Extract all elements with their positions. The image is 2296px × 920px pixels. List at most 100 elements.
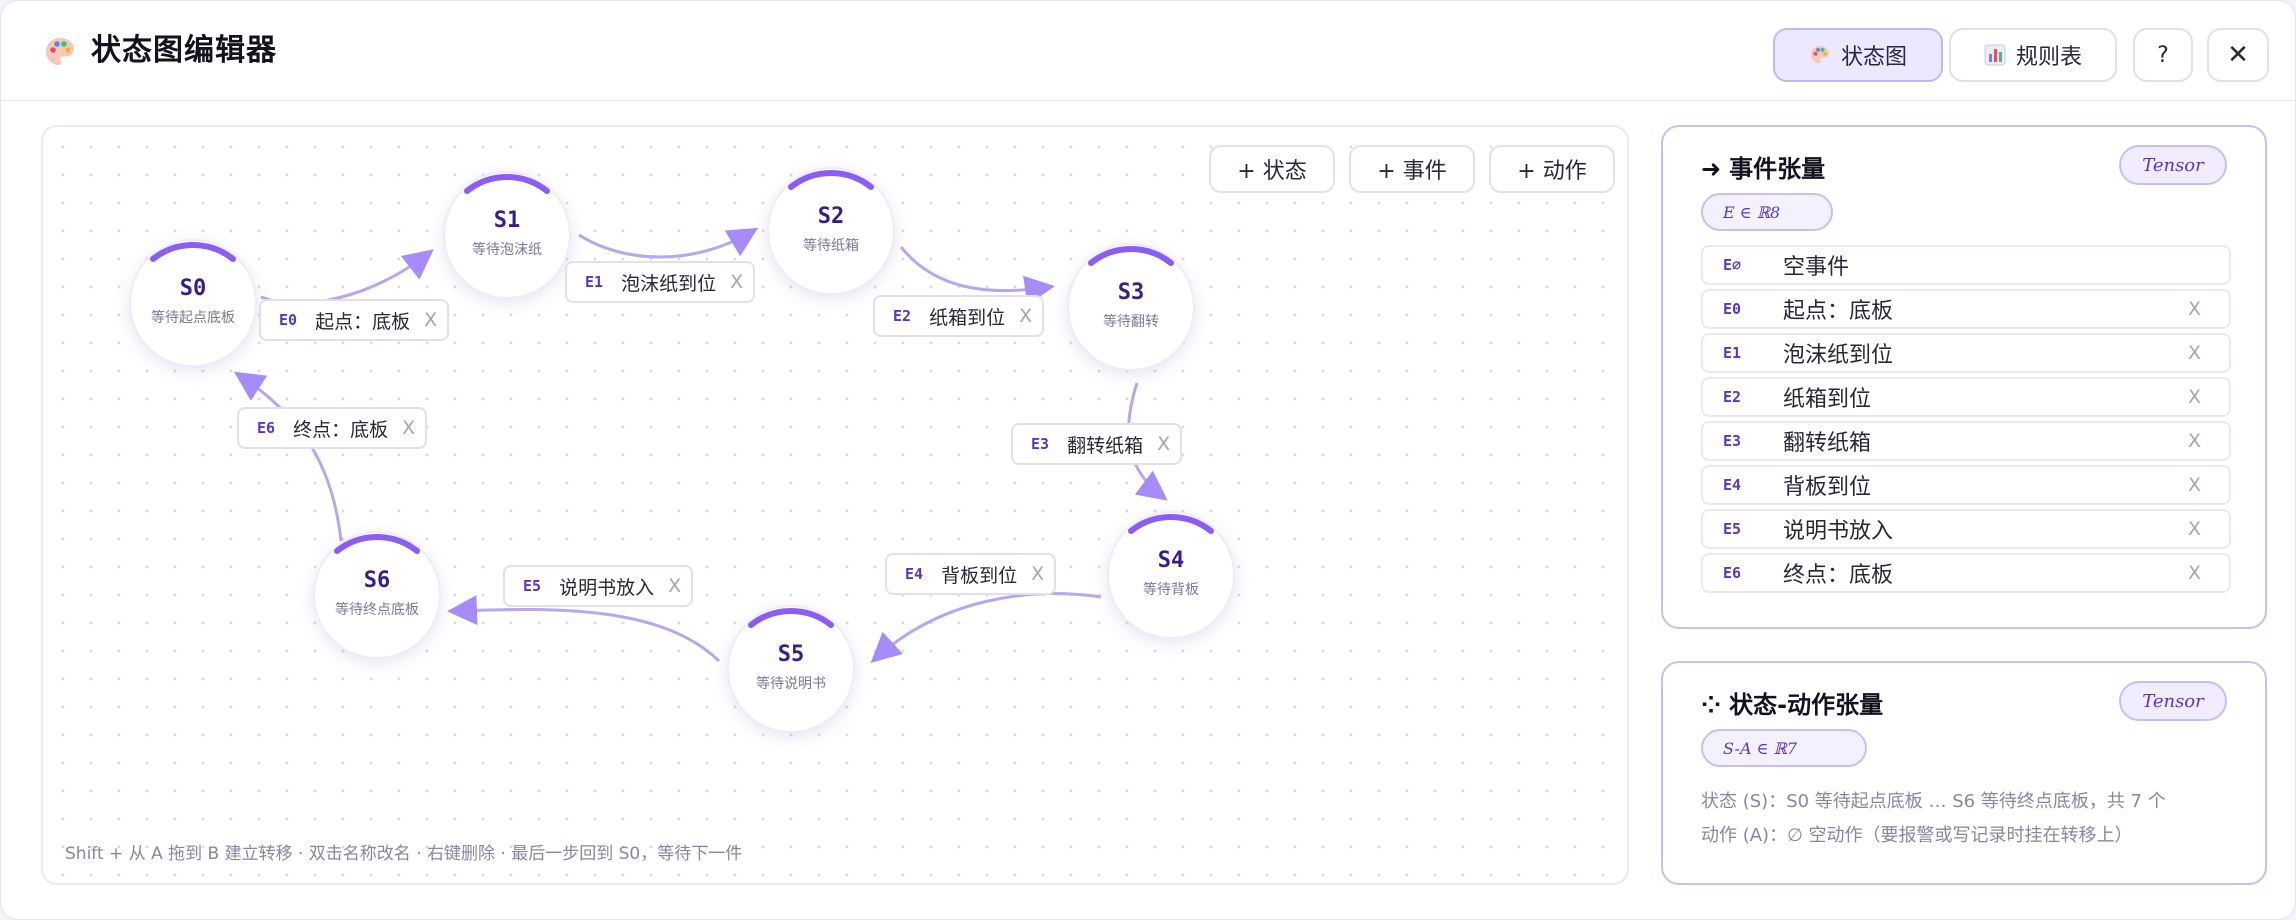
tensor-badge: Tensor bbox=[2119, 145, 2227, 185]
state-node-s1[interactable]: S1 等待泡沫纸 bbox=[443, 171, 571, 299]
event-name: 终点：底板 bbox=[1783, 563, 1894, 588]
event-name: 背板到位 bbox=[1783, 475, 1872, 500]
event-name: 空事件 bbox=[1783, 255, 1850, 280]
edge-label-e4[interactable]: E4 背板到位 X bbox=[885, 553, 1057, 595]
event-row-empty[interactable]: E∅ 空事件 bbox=[1701, 245, 2231, 285]
sa-panel-title-text: 状态-动作张量 bbox=[1729, 691, 1884, 719]
event-tensor-panel: ➜ 事件张量 Tensor E ∈ ℝ8 E∅ 空事件 E0 起点：底板 X E1… bbox=[1661, 125, 2267, 629]
delete-event-button[interactable]: X bbox=[2188, 298, 2201, 320]
event-name: 翻转纸箱 bbox=[1783, 431, 1872, 456]
state-node-s5[interactable]: S5 等待说明书 bbox=[727, 605, 855, 733]
event-id: E3 bbox=[1031, 435, 1050, 453]
event-dimension-badge: E ∈ ℝ8 bbox=[1701, 193, 1833, 231]
delete-event-button[interactable]: X bbox=[2188, 474, 2201, 496]
add-event-button[interactable]: + 事件 bbox=[1349, 145, 1475, 193]
event-label: 说明书放入 bbox=[559, 576, 655, 599]
sa-panel-title: ⁘ 状态-动作张量 bbox=[1701, 685, 1883, 720]
delete-event-button[interactable]: X bbox=[2188, 562, 2201, 584]
state-indicator-arc bbox=[748, 608, 834, 628]
edge-s4-s5 bbox=[870, 592, 1102, 664]
state-node-s0[interactable]: S0 等待起点底板 bbox=[129, 239, 257, 367]
event-id: E5 bbox=[1723, 520, 1742, 538]
delete-transition-button[interactable]: X bbox=[730, 271, 743, 293]
tab-rules-table[interactable]: 规则表 bbox=[1949, 28, 2117, 82]
help-icon: ? bbox=[2157, 42, 2169, 68]
close-button[interactable]: ✕ bbox=[2207, 28, 2269, 82]
state-indicator-arc bbox=[788, 170, 874, 190]
state-node-s4[interactable]: S4 等待背板 bbox=[1107, 511, 1235, 639]
edge-s5-s6 bbox=[447, 595, 721, 663]
add-state-button[interactable]: + 状态 bbox=[1209, 145, 1335, 193]
event-row-e0[interactable]: E0 起点：底板 X bbox=[1701, 289, 2231, 329]
edge-s1-s2 bbox=[578, 227, 759, 259]
edge-label-e5[interactable]: E5 说明书放入 X bbox=[503, 565, 694, 607]
event-row-e2[interactable]: E2 纸箱到位 X bbox=[1701, 377, 2231, 417]
event-label: 背板到位 bbox=[941, 564, 1018, 587]
event-label: 起点：底板 bbox=[315, 310, 411, 333]
edge-label-e0[interactable]: E0 起点：底板 X bbox=[259, 299, 450, 341]
edge-s2-s3 bbox=[899, 246, 1055, 306]
event-row-e3[interactable]: E3 翻转纸箱 X bbox=[1701, 421, 2231, 461]
delete-event-button[interactable]: X bbox=[2188, 386, 2201, 408]
event-id: E3 bbox=[1723, 432, 1742, 450]
sa-dimension-badge: S-A ∈ ℝ7 bbox=[1701, 729, 1867, 767]
canvas-hint: Shift + 从 A 拖到 B 建立转移 · 双击名称改名 · 右键删除 · … bbox=[65, 844, 743, 864]
sa-action-summary: 动作 (A)：∅ 空动作（要报警或写记录时挂在转移上） bbox=[1701, 825, 2133, 846]
event-name: 说明书放入 bbox=[1783, 519, 1894, 544]
palette-icon bbox=[1810, 45, 1830, 64]
event-row-e5[interactable]: E5 说明书放入 X bbox=[1701, 509, 2231, 549]
edge-label-e2[interactable]: E2 纸箱到位 X bbox=[873, 295, 1045, 337]
help-button[interactable]: ? bbox=[2133, 28, 2193, 82]
delete-transition-button[interactable]: X bbox=[668, 575, 681, 597]
add-action-button[interactable]: + 动作 bbox=[1489, 145, 1615, 193]
state-action-tensor-panel: ⁘ 状态-动作张量 Tensor S-A ∈ ℝ7 状态 (S)：S0 等待起点底… bbox=[1661, 661, 2267, 885]
event-id: E5 bbox=[523, 577, 542, 595]
bar-chart-icon bbox=[1984, 44, 2006, 66]
event-row-e4[interactable]: E4 背板到位 X bbox=[1701, 465, 2231, 505]
palette-icon bbox=[46, 38, 74, 65]
state-node-s6[interactable]: S6 等待终点底板 bbox=[313, 531, 441, 659]
edge-s6-s0 bbox=[233, 371, 343, 542]
dots-icon: ⁘ bbox=[1701, 691, 1722, 719]
event-name: 起点：底板 bbox=[1783, 299, 1894, 324]
close-icon: ✕ bbox=[2227, 40, 2249, 70]
event-id: E1 bbox=[1723, 344, 1742, 362]
edge-s0-s1 bbox=[260, 249, 434, 305]
delete-event-button[interactable]: X bbox=[2188, 518, 2201, 540]
edge-label-e3[interactable]: E3 翻转纸箱 X bbox=[1011, 423, 1183, 465]
event-id: E4 bbox=[905, 565, 924, 583]
app-window: 状态图编辑器 状态图 规则表 ? ✕ + 状态 + 事件 + 动作 S0 等待起… bbox=[0, 0, 2296, 920]
event-panel-title: ➜ 事件张量 bbox=[1701, 149, 1825, 184]
delete-transition-button[interactable]: X bbox=[1157, 433, 1170, 455]
edge-label-e6[interactable]: E6 终点：底板 X bbox=[237, 407, 428, 449]
delete-event-button[interactable]: X bbox=[2188, 342, 2201, 364]
delete-transition-button[interactable]: X bbox=[1031, 563, 1044, 585]
event-id: E2 bbox=[893, 307, 912, 325]
state-indicator-arc bbox=[1088, 246, 1174, 266]
event-row-e6[interactable]: E6 终点：底板 X bbox=[1701, 553, 2231, 593]
state-node-s3[interactable]: S3 等待翻转 bbox=[1067, 243, 1195, 371]
event-panel-title-text: 事件张量 bbox=[1729, 155, 1826, 183]
delete-transition-button[interactable]: X bbox=[1019, 305, 1032, 327]
event-label: 翻转纸箱 bbox=[1067, 434, 1144, 457]
state-indicator-arc bbox=[464, 174, 550, 194]
event-id: E6 bbox=[257, 419, 276, 437]
event-label: 终点：底板 bbox=[293, 418, 389, 441]
delete-event-button[interactable]: X bbox=[2188, 430, 2201, 452]
state-indicator-arc bbox=[150, 242, 236, 262]
tab-rules-label: 规则表 bbox=[2015, 45, 2082, 70]
event-label: 纸箱到位 bbox=[929, 306, 1006, 329]
event-name: 泡沫纸到位 bbox=[1783, 343, 1894, 368]
state-node-s2[interactable]: S2 等待纸箱 bbox=[767, 167, 895, 295]
event-id: E0 bbox=[1723, 300, 1742, 318]
tab-state-label: 状态图 bbox=[1840, 45, 1907, 70]
event-row-e1[interactable]: E1 泡沫纸到位 X bbox=[1701, 333, 2231, 373]
event-name: 纸箱到位 bbox=[1783, 387, 1872, 412]
state-diagram-canvas[interactable]: + 状态 + 事件 + 动作 S0 等待起点底板 S1 等待泡沫纸 S2 等待纸… bbox=[41, 125, 1629, 885]
delete-transition-button[interactable]: X bbox=[402, 417, 415, 439]
event-id: E1 bbox=[585, 273, 604, 291]
edge-label-e1[interactable]: E1 泡沫纸到位 X bbox=[565, 261, 756, 303]
delete-transition-button[interactable]: X bbox=[424, 309, 437, 331]
tab-state-diagram[interactable]: 状态图 bbox=[1773, 28, 1943, 82]
event-id: E6 bbox=[1723, 564, 1742, 582]
